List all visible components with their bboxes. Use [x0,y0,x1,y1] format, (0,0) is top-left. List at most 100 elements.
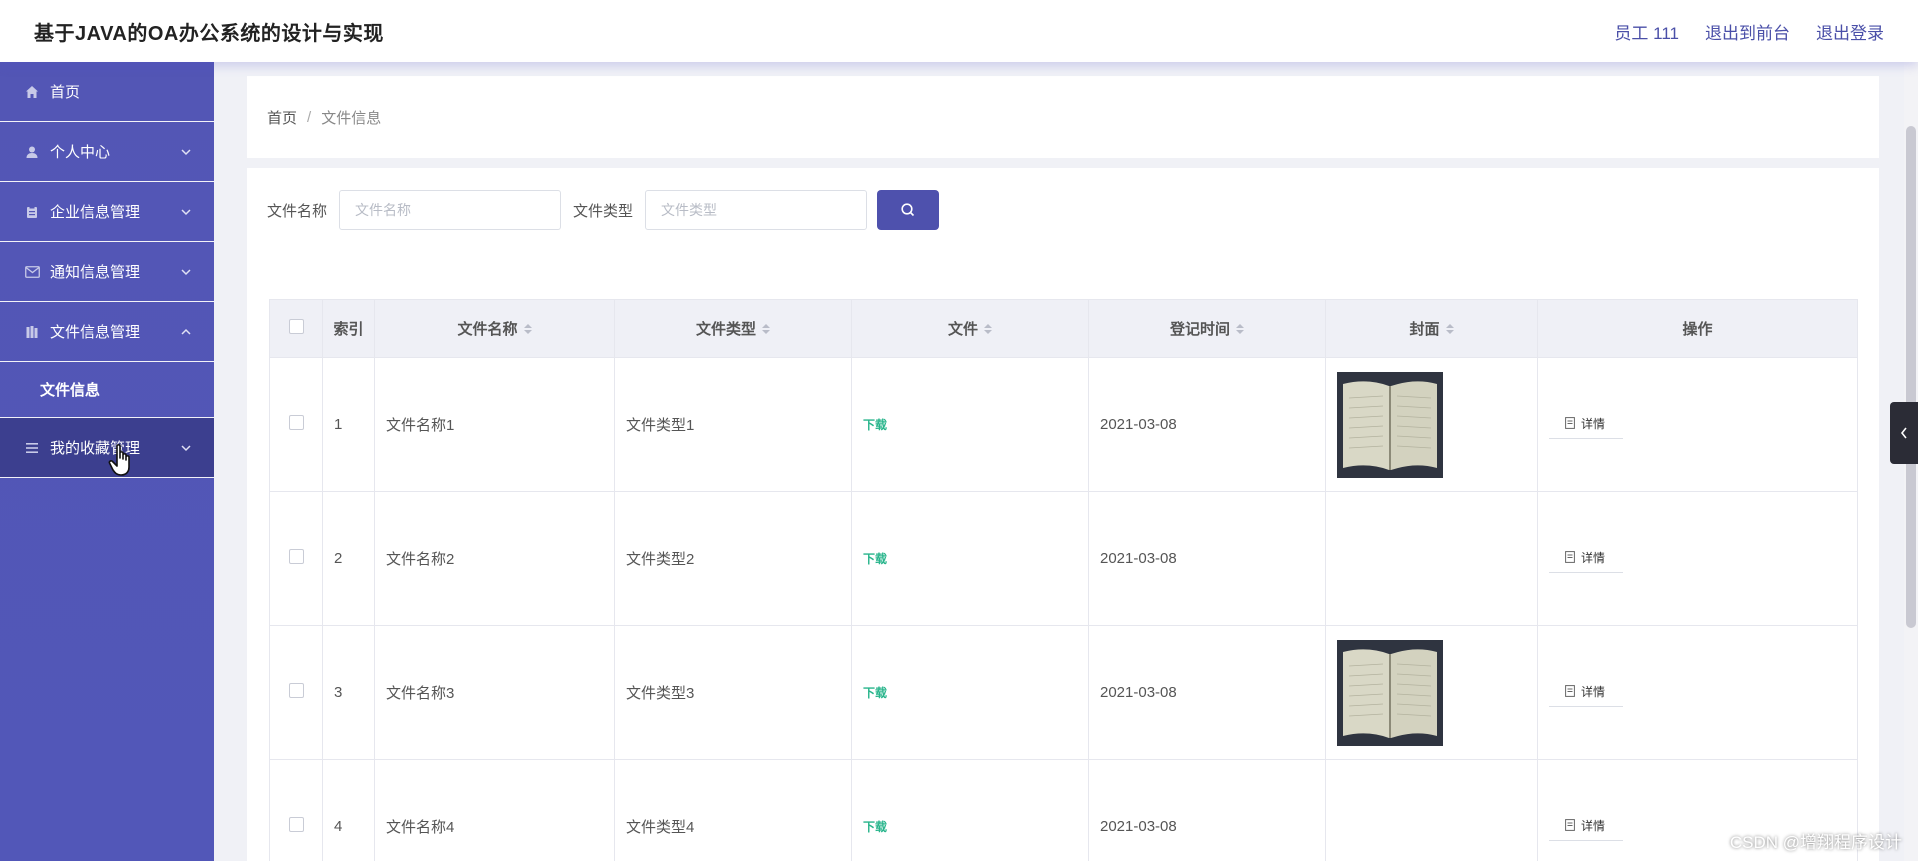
scroll-thumb[interactable] [1906,126,1916,628]
select-all-cell [269,299,323,358]
table-row: 3 文件名称3 文件类型3 下载 2021-03-08 详情 [269,625,1858,760]
row-file-name: 文件名称4 [374,759,615,861]
table-row: 2 文件名称2 文件类型2 下载 2021-03-08 详情 [269,460,1858,626]
row-action-cell: 详情 [1537,491,1858,626]
detail-button-label: 详情 [1581,550,1606,565]
sidebar-item-label: 个人中心 [50,144,111,161]
file-table: 索引 文件名称 文件类型 文件 登记时间 封面 操作 1 文件名称1 文件类型1… [269,299,1858,861]
breadcrumb-home[interactable]: 首页 [267,107,297,128]
app-title: 基于JAVA的OA办公系统的设计与实现 [34,22,384,45]
sidebar-item-file-management[interactable]: 文件信息管理 [0,302,214,362]
user-icon [24,144,40,160]
row-file-cell: 下载 [851,625,1089,760]
header-actions: 员工 111 退出到前台 退出登录 [1614,19,1884,44]
detail-button[interactable]: 详情 [1549,411,1624,439]
detail-button-label: 详情 [1581,416,1606,431]
row-index: 4 [322,759,375,861]
row-select-cell [269,625,323,760]
sidebar-item-home[interactable]: 首页 [0,62,214,122]
row-index: 1 [322,357,375,492]
cover-image [1337,639,1443,746]
row-checkbox[interactable] [288,549,304,564]
document-icon [1565,551,1575,563]
chevron-down-icon [181,208,191,215]
column-header-name[interactable]: 文件名称 [374,299,615,358]
mail-icon [24,264,40,280]
table-header-row: 索引 文件名称 文件类型 文件 登记时间 封面 操作 [269,299,1858,358]
sort-icon[interactable] [1445,323,1454,334]
column-header-file[interactable]: 文件 [851,299,1089,358]
row-file-cell: 下载 [851,357,1089,492]
list-icon [24,440,40,456]
breadcrumb: 首页 / 文件信息 [247,76,1879,158]
file-type-label: 文件类型 [573,202,634,220]
row-file-type: 文件类型3 [614,625,852,760]
detail-button-label: 详情 [1581,684,1606,699]
file-name-input[interactable] [339,190,562,230]
sidebar-item-label: 企业信息管理 [50,204,141,221]
sidebar-item-personal-center[interactable]: 个人中心 [0,122,214,182]
row-index: 3 [322,625,375,760]
row-file-type: 文件类型4 [614,759,852,861]
table-row: 1 文件名称1 文件类型1 下载 2021-03-08 详情 [269,357,1858,492]
clipboard-icon [24,204,40,220]
sidebar-subitem-file-info[interactable]: 文件信息 [0,362,214,418]
chevron-down-icon [181,268,191,275]
column-header-cover[interactable]: 封面 [1325,299,1538,358]
column-header-type[interactable]: 文件类型 [614,299,852,358]
search-icon [901,203,915,217]
sidebar-item-label: 文件信息管理 [50,324,141,341]
row-date: 2021-03-08 [1088,357,1326,492]
sort-icon[interactable] [523,323,532,334]
column-header-date[interactable]: 登记时间 [1088,299,1326,358]
column-header-action: 操作 [1537,299,1858,358]
side-panel-toggle[interactable] [1890,402,1918,464]
file-name-label: 文件名称 [267,202,328,220]
select-all-checkbox[interactable] [288,319,304,334]
row-file-type: 文件类型2 [614,491,852,626]
logout-link[interactable]: 退出登录 [1816,19,1884,44]
download-link[interactable]: 下载 [863,820,887,834]
back-to-front-link[interactable]: 退出到前台 [1705,19,1790,44]
row-select-cell [269,491,323,626]
row-index: 2 [322,491,375,626]
document-icon [1565,819,1575,831]
chevron-down-icon [181,148,191,155]
sidebar-item-favorites[interactable]: 我的收藏管理 [0,418,214,478]
row-select-cell [269,759,323,861]
download-link[interactable]: 下载 [863,552,887,566]
sidebar-item-enterprise[interactable]: 企业信息管理 [0,182,214,242]
sort-icon[interactable] [762,323,770,334]
archive-icon [24,324,40,340]
sort-icon[interactable] [984,323,992,334]
row-cover-cell [1325,460,1538,626]
detail-button-label: 详情 [1581,818,1606,833]
breadcrumb-current: 文件信息 [321,109,382,127]
sidebar: 首页 个人中心 企业信息管理 通知信息管理 文件信息管理 文件信息 我的收藏管理 [0,62,214,861]
detail-button[interactable]: 详情 [1549,545,1624,573]
sidebar-item-notice[interactable]: 通知信息管理 [0,242,214,302]
home-icon [24,84,40,100]
sidebar-item-label: 通知信息管理 [50,264,141,281]
download-link[interactable]: 下载 [863,418,887,432]
detail-button[interactable]: 详情 [1549,813,1624,841]
cover-image [1337,371,1443,478]
document-icon [1565,685,1575,697]
row-checkbox[interactable] [288,817,304,832]
sort-icon[interactable] [1236,323,1244,334]
row-file-type: 文件类型1 [614,357,852,492]
row-date: 2021-03-08 [1088,625,1326,760]
current-user[interactable]: 员工 111 [1614,19,1679,44]
detail-button[interactable]: 详情 [1549,679,1624,707]
row-checkbox[interactable] [288,683,304,698]
row-date: 2021-03-08 [1088,759,1326,861]
breadcrumb-separator: / [307,108,312,126]
file-type-input[interactable] [645,190,868,230]
download-link[interactable]: 下载 [863,686,887,700]
row-action-cell: 详情 [1537,357,1858,492]
search-button[interactable] [877,190,940,230]
row-action-cell: 详情 [1537,625,1858,760]
chevron-left-icon [1900,427,1907,439]
chevron-down-icon [181,444,191,451]
row-checkbox[interactable] [288,415,304,430]
